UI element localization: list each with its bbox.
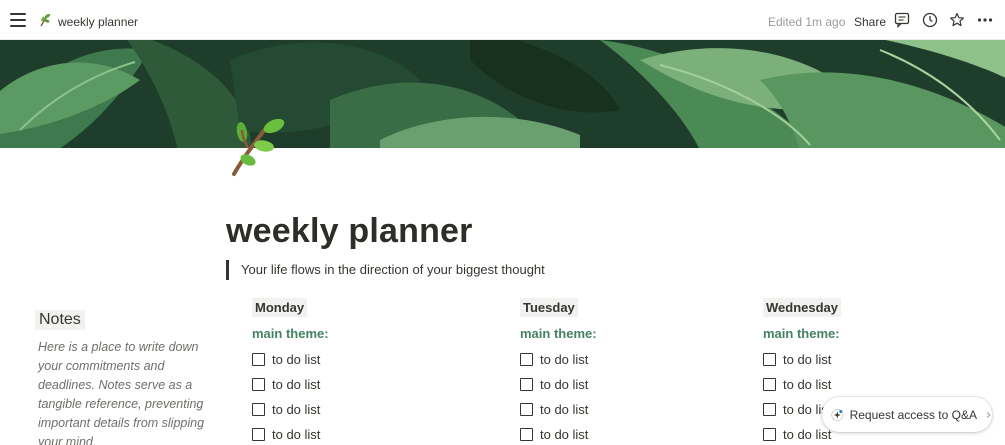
todo-label[interactable]: to do list: [540, 352, 588, 367]
todo-item[interactable]: to do list: [252, 372, 472, 397]
main-theme-label[interactable]: main theme:: [252, 326, 472, 341]
checkbox[interactable]: [520, 378, 533, 391]
todo-label[interactable]: to do list: [783, 427, 831, 442]
main-theme-label[interactable]: main theme:: [520, 326, 740, 341]
checkbox[interactable]: [520, 428, 533, 441]
quote-block[interactable]: Your life flows in the direction of your…: [226, 260, 545, 280]
todo-label[interactable]: to do list: [540, 377, 588, 392]
checkbox[interactable]: [252, 403, 265, 416]
clock-history-icon[interactable]: [922, 12, 938, 28]
comment-icon[interactable]: [894, 12, 910, 28]
todo-label[interactable]: to do list: [272, 377, 320, 392]
cover-image: [0, 40, 1005, 148]
day-column-monday: Monday main theme: to do list to do list…: [252, 298, 472, 445]
checkbox[interactable]: [520, 353, 533, 366]
checkbox[interactable]: [763, 403, 776, 416]
checkbox[interactable]: [252, 378, 265, 391]
sparkle-icon: [831, 408, 844, 421]
day-column-tuesday: Tuesday main theme: to do list to do lis…: [520, 298, 740, 445]
checkbox[interactable]: [520, 403, 533, 416]
checkbox[interactable]: [252, 428, 265, 441]
todo-label[interactable]: to do list: [783, 377, 831, 392]
todo-item[interactable]: to do list: [252, 347, 472, 372]
top-bar: weekly planner Edited 1m ago Share: [0, 0, 1005, 40]
todo-item[interactable]: to do list: [252, 422, 472, 445]
more-options-icon[interactable]: [977, 12, 993, 28]
share-button[interactable]: Share: [854, 15, 886, 29]
todo-item[interactable]: to do list: [520, 347, 740, 372]
todo-label[interactable]: to do list: [783, 352, 831, 367]
edited-timestamp: Edited 1m ago: [768, 15, 846, 29]
request-qa-access-label: Request access to Q&A: [849, 407, 977, 422]
day-heading[interactable]: Monday: [252, 298, 308, 317]
todo-label[interactable]: to do list: [540, 402, 588, 417]
notes-heading[interactable]: Notes: [35, 310, 85, 330]
todo-item[interactable]: to do list: [763, 347, 983, 372]
menu-icon[interactable]: [10, 13, 26, 27]
todo-item[interactable]: to do list: [252, 397, 472, 422]
day-heading[interactable]: Wednesday: [763, 298, 842, 317]
todo-item[interactable]: to do list: [520, 397, 740, 422]
checkbox[interactable]: [763, 378, 776, 391]
main-theme-label[interactable]: main theme:: [763, 326, 983, 341]
breadcrumb-title[interactable]: weekly planner: [58, 15, 138, 29]
todo-item[interactable]: to do list: [763, 372, 983, 397]
checkbox[interactable]: [763, 428, 776, 441]
request-qa-access-button[interactable]: Request access to Q&A: [822, 397, 992, 432]
todo-label[interactable]: to do list: [272, 352, 320, 367]
todo-label[interactable]: to do list: [540, 427, 588, 442]
seedling-icon: [40, 13, 51, 27]
todo-item[interactable]: to do list: [520, 372, 740, 397]
checkbox[interactable]: [763, 353, 776, 366]
day-heading[interactable]: Tuesday: [520, 298, 578, 317]
chevron-right-icon: [986, 411, 991, 418]
checkbox[interactable]: [252, 353, 265, 366]
todo-label[interactable]: to do list: [272, 427, 320, 442]
notes-body[interactable]: Here is a place to write down your commi…: [38, 338, 213, 445]
todo-item[interactable]: to do list: [520, 422, 740, 445]
seedling-branch-icon[interactable]: [228, 112, 290, 178]
star-icon[interactable]: [949, 12, 965, 28]
page-title[interactable]: weekly planner: [226, 212, 473, 251]
todo-label[interactable]: to do list: [272, 402, 320, 417]
